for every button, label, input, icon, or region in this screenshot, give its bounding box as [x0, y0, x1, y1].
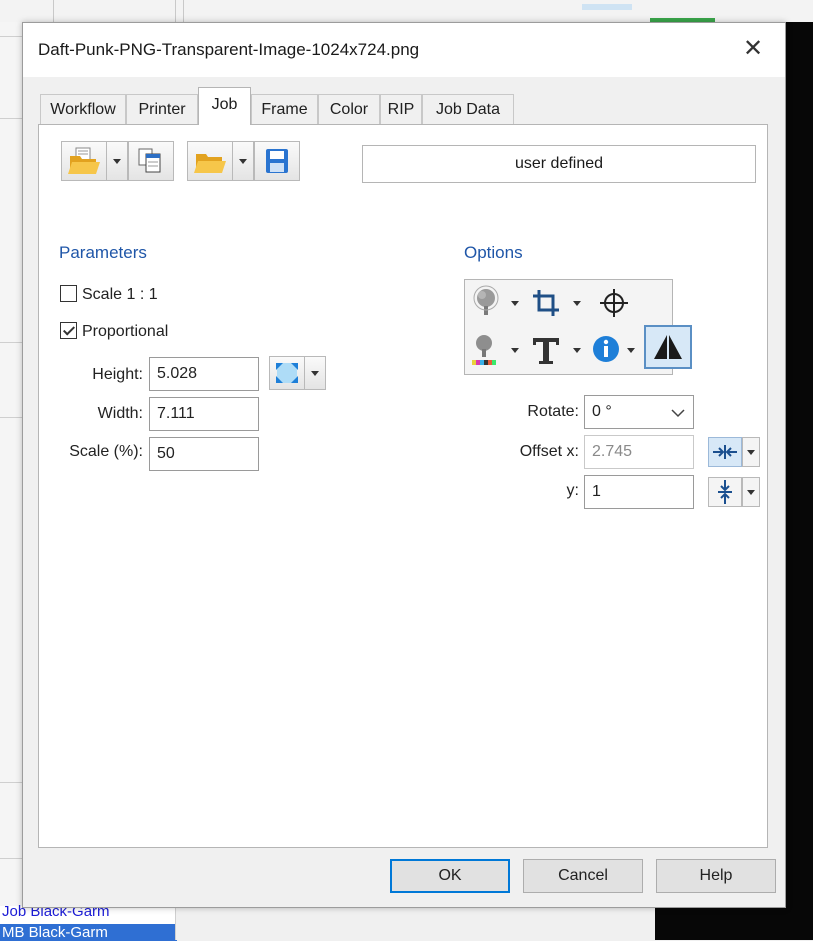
save-preset-button[interactable]: [254, 141, 300, 181]
chevron-down-icon: [311, 371, 319, 376]
open-folder-dropdown[interactable]: [232, 141, 254, 181]
text-label-dropdown[interactable]: [567, 332, 587, 368]
job-tab-panel: user defined Parameters Scale 1 : 1 Prop…: [38, 124, 768, 848]
dialog-title: Daft-Punk-PNG-Transparent-Image-1024x724…: [38, 40, 420, 59]
fit-to-media-button[interactable]: [269, 356, 305, 390]
center-vertical-button[interactable]: [708, 477, 742, 507]
tab-rip[interactable]: RIP: [380, 94, 422, 124]
chevron-down-icon: [627, 348, 635, 353]
preset-name-field[interactable]: user defined: [362, 145, 756, 183]
checkbox-box[interactable]: [60, 285, 77, 303]
register-marks-button[interactable]: [593, 284, 635, 322]
proportional-label: Proportional: [82, 323, 169, 340]
background-left-panel: [0, 22, 24, 940]
crosshair-target-icon: [593, 289, 635, 326]
background-job-list: Job Black-Garm MB Black-Garm: [0, 903, 177, 941]
scale-percent-label: Scale (%):: [69, 443, 143, 460]
background-dark-area-bottom: [655, 906, 813, 940]
chevron-down-icon: [113, 159, 121, 164]
job-info-dropdown[interactable]: [623, 332, 639, 368]
rotate-value: 0 °: [592, 403, 612, 420]
close-icon[interactable]: ✕: [735, 33, 771, 65]
tree-colorbar-icon: [469, 335, 503, 374]
chevron-down-icon: [747, 490, 755, 495]
checkbox-box-checked[interactable]: [60, 322, 77, 340]
tree-marks-icon: [469, 285, 503, 326]
copy-job-button[interactable]: [128, 141, 174, 181]
chevron-down-icon: [573, 301, 581, 306]
tab-printer[interactable]: Printer: [126, 94, 198, 124]
offset-y-field[interactable]: 1: [584, 475, 694, 509]
background-dark-area: [783, 22, 813, 940]
chevron-down-icon: [239, 159, 247, 164]
tab-job-data[interactable]: Job Data: [422, 94, 514, 124]
crop-button[interactable]: [527, 284, 565, 322]
dialog-titlebar: Daft-Punk-PNG-Transparent-Image-1024x724…: [23, 23, 785, 77]
text-label-button[interactable]: [527, 330, 565, 370]
fit-to-media-dropdown[interactable]: [304, 356, 326, 390]
center-horizontal-dropdown[interactable]: [742, 437, 760, 467]
height-label: Height:: [92, 366, 143, 383]
cancel-button[interactable]: Cancel: [523, 859, 643, 893]
open-job-button[interactable]: [61, 141, 107, 181]
rotate-label: Rotate:: [527, 403, 579, 420]
background-toolbar-strip: [0, 0, 813, 23]
scale-percent-field[interactable]: 50: [149, 437, 259, 471]
scale-1-1-label: Scale 1 : 1: [82, 286, 158, 303]
tab-frame[interactable]: Frame: [251, 94, 318, 124]
center-vertical-dropdown[interactable]: [742, 477, 760, 507]
offset-y-label: y:: [566, 482, 579, 499]
chevron-down-icon: [671, 409, 685, 418]
color-bar-button[interactable]: [469, 330, 503, 370]
color-bar-dropdown[interactable]: [505, 332, 525, 368]
background-status-area: [175, 906, 656, 940]
chevron-down-icon: [511, 348, 519, 353]
chevron-down-icon: [573, 348, 581, 353]
tab-job[interactable]: Job: [198, 87, 251, 125]
offset-x-field[interactable]: 2.745: [584, 435, 694, 469]
parameters-heading: Parameters: [59, 243, 147, 262]
marks-button[interactable]: [469, 284, 503, 322]
text-T-icon: [527, 338, 565, 374]
help-button[interactable]: Help: [656, 859, 776, 893]
options-heading: Options: [464, 243, 523, 262]
proportional-checkbox[interactable]: Proportional: [60, 321, 168, 343]
center-horizontal-button[interactable]: [708, 437, 742, 467]
job-info-button[interactable]: [589, 330, 623, 370]
info-icon: [589, 336, 623, 374]
marks-dropdown[interactable]: [505, 285, 525, 321]
tab-workflow[interactable]: Workflow: [40, 94, 126, 124]
chevron-down-icon: [747, 450, 755, 455]
crop-dropdown[interactable]: [567, 285, 587, 321]
height-field[interactable]: 5.028: [149, 357, 259, 391]
job-settings-dialog: Daft-Punk-PNG-Transparent-Image-1024x724…: [22, 22, 786, 908]
open-job-dropdown[interactable]: [106, 141, 128, 181]
chevron-down-icon: [511, 301, 519, 306]
tab-color[interactable]: Color: [318, 94, 380, 124]
scale-1-1-checkbox[interactable]: Scale 1 : 1: [60, 284, 158, 306]
options-toolbar: [464, 279, 673, 375]
background-list-row-selected[interactable]: MB Black-Garm: [0, 924, 177, 941]
width-label: Width:: [97, 405, 143, 422]
rotate-select[interactable]: 0 °: [584, 395, 694, 429]
ok-button[interactable]: OK: [390, 859, 510, 893]
width-field[interactable]: 7.111: [149, 397, 259, 431]
open-folder-button[interactable]: [187, 141, 233, 181]
offset-x-label: Offset x:: [519, 443, 579, 460]
crop-icon: [527, 290, 565, 326]
mirror-button[interactable]: [644, 325, 692, 369]
